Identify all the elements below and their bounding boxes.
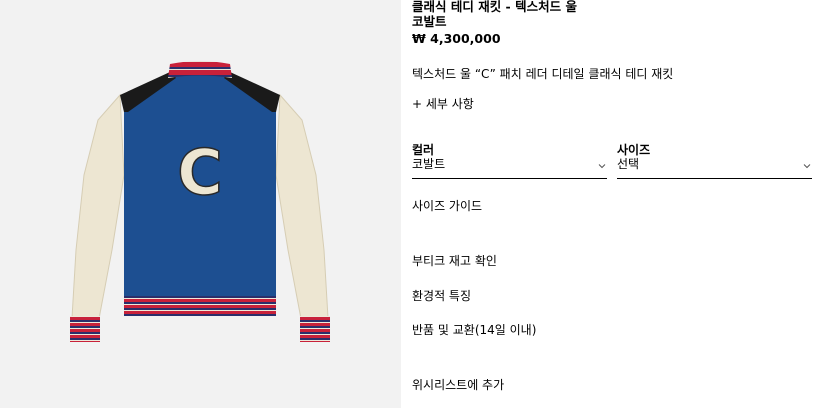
right-sleeve (275, 93, 329, 325)
chevron-down-icon (803, 164, 811, 169)
details-toggle-link[interactable]: + 세부 사항 (412, 97, 474, 112)
color-select[interactable]: 컬러 코발트 (412, 143, 607, 179)
size-guide-link[interactable]: 사이즈 가이드 (412, 199, 482, 214)
boutique-stock-link[interactable]: 부티크 재고 확인 (412, 254, 497, 269)
size-select-value: 선택 (617, 157, 640, 171)
add-to-wishlist-link[interactable]: 위시리스트에 추가 (412, 378, 504, 393)
jacket-illustration: C (70, 61, 330, 342)
product-title-color: 코발트 (412, 14, 447, 29)
product-title: 클래식 테디 재킷 - 텍스처드 울 코발트 (412, 0, 812, 29)
product-price: ₩ 4,300,000 (412, 31, 501, 46)
waistband-rib (124, 296, 276, 316)
chevron-down-icon (598, 164, 606, 169)
product-description: 텍스처드 울 “C” 패치 레더 디테일 클래식 테디 재킷 (412, 67, 674, 81)
left-sleeve (71, 93, 125, 325)
size-select-label: 사이즈 (617, 143, 651, 157)
color-select-label: 컬러 (412, 143, 435, 157)
product-title-name: 클래식 테디 재킷 - 텍스처드 울 (412, 0, 577, 14)
collar-rib (168, 61, 232, 78)
product-image: C (0, 0, 401, 408)
size-select[interactable]: 사이즈 선택 (617, 143, 812, 179)
right-cuff-rib (300, 316, 330, 342)
returns-exchange-link[interactable]: 반품 및 교환(14일 이내) (412, 323, 536, 338)
environmental-features-link[interactable]: 환경적 특징 (412, 289, 471, 304)
color-select-value: 코발트 (412, 157, 446, 171)
left-cuff-rib (70, 316, 100, 342)
c-patch: C (177, 136, 223, 209)
product-page: C 클래식 테디 재킷 - 텍스처드 울 코발트 ₩ 4,300,000 텍스처… (0, 0, 818, 408)
